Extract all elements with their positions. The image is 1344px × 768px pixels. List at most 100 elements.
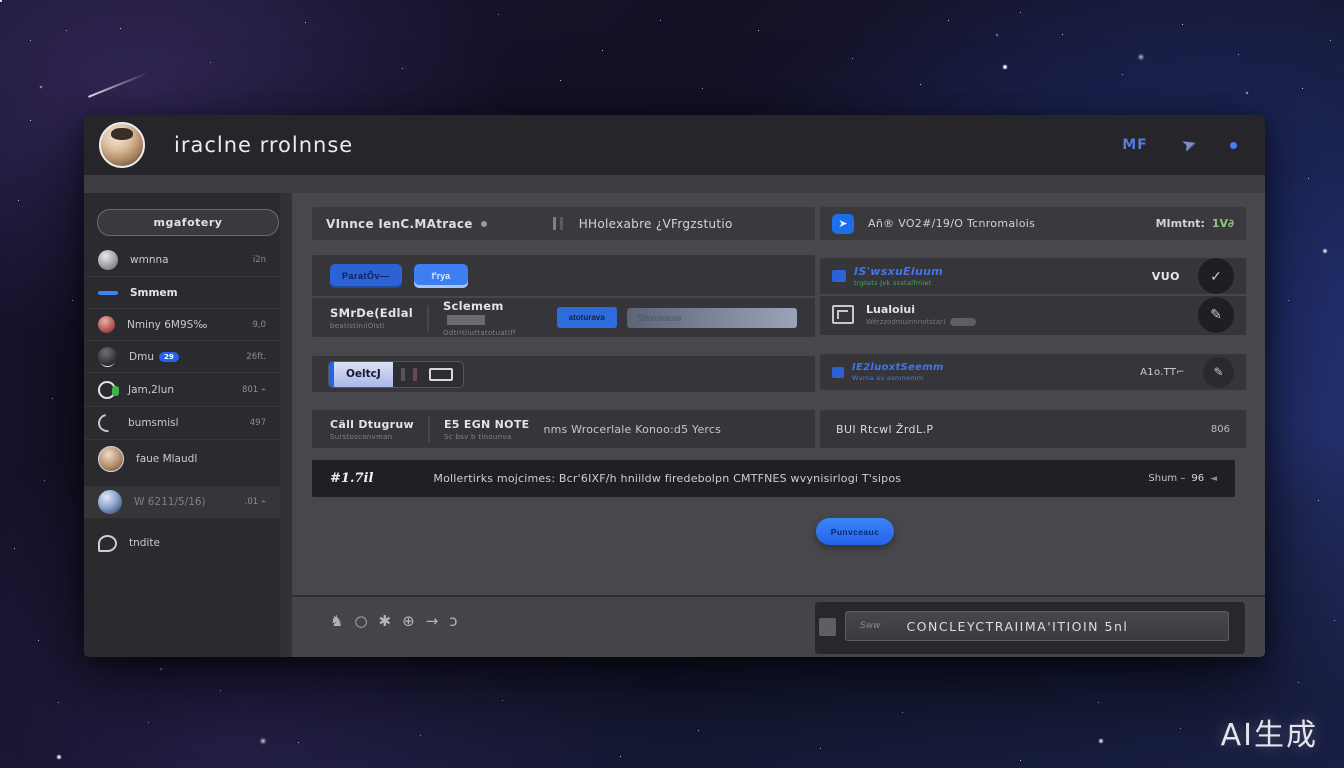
send-icon[interactable]: ➤ bbox=[1179, 133, 1199, 156]
starfield-bright bbox=[0, 0, 2, 2]
logo-text: IE2luoxtSeemm bbox=[852, 362, 944, 373]
row-title: Lualoiui bbox=[866, 303, 976, 316]
sidebar-item-selected[interactable]: W 6211/5/16) .01 ⌁ bbox=[84, 486, 280, 518]
sidebar-list: wmnna i2n Smmem Nminy 6M9S‰ 9,0 Dmu 29 2 bbox=[84, 243, 280, 562]
pin-icon[interactable]: ➤ bbox=[832, 214, 854, 234]
knight-icon[interactable]: ♞ bbox=[330, 614, 343, 629]
app-window: iraclne rrolnnse MF ➤ mgafotery wmnna i2… bbox=[84, 115, 1265, 657]
logo-block-icon bbox=[832, 367, 844, 378]
stat-title: BUI Rtcwl ŽrdL.P bbox=[836, 423, 933, 436]
info-subtitle: Sc bsv b tinounva bbox=[444, 433, 529, 441]
sidebar-item-label: W 6211/5/16) bbox=[134, 496, 206, 508]
sidebar-item-label: wmnna bbox=[130, 254, 169, 266]
button-row: ParatÔv— f'rya bbox=[312, 255, 815, 298]
sidebar-item[interactable]: bumsmisl 497 bbox=[84, 407, 280, 440]
integration-card-2[interactable]: IE2luoxtSeemm Wvma av asmnemm A1o.TT⌐ ✎ bbox=[820, 354, 1246, 390]
action-button[interactable]: atoturava bbox=[557, 307, 617, 328]
row-subtitle: Wérzzodmuinnnotstar) bbox=[866, 318, 976, 326]
field-group: Sclemem Odtritiiuttatotuatiff bbox=[443, 299, 541, 337]
strip-text: Mollertirks mojcimes: Bcr'6IXF/h hniildw… bbox=[433, 472, 901, 485]
input-prefix: Sww bbox=[860, 621, 880, 631]
vertical-divider bbox=[427, 305, 429, 331]
window-header: iraclne rrolnnse MF ➤ bbox=[84, 115, 1265, 175]
sidebar-divider bbox=[280, 193, 292, 657]
command-panel: Sww CONCLEYCTRAIIMA'ITIOIN 5nl bbox=[815, 602, 1245, 654]
bracket-icon[interactable]: ɔ bbox=[449, 614, 457, 629]
logo-text: IS'wsxuEiuum bbox=[854, 265, 943, 278]
sidebar-item-invite[interactable]: tndite bbox=[84, 524, 280, 562]
header-actions: MF ➤ bbox=[1122, 115, 1237, 175]
mf-button[interactable]: MF bbox=[1122, 137, 1148, 153]
gray-avatar-icon bbox=[98, 250, 118, 270]
field-title: SMrDe(Edlal bbox=[330, 306, 413, 320]
info-subtitle: Surstosconvman bbox=[330, 433, 414, 441]
sidebar-item-value: 801 ⌁ bbox=[242, 385, 266, 395]
blue-dash-icon bbox=[98, 291, 118, 295]
target-icon[interactable]: ⊕ bbox=[402, 614, 415, 629]
sidebar-item[interactable]: Jam,2lun 801 ⌁ bbox=[84, 373, 280, 407]
flag-icon: ◄ bbox=[1210, 474, 1217, 484]
check-button[interactable]: ✓ bbox=[1198, 258, 1234, 294]
sidebar-item[interactable]: Smmem bbox=[84, 277, 280, 309]
desktop-background: iraclne rrolnnse MF ➤ mgafotery wmnna i2… bbox=[0, 0, 1344, 768]
info-title: Cäll Dtugruw bbox=[330, 418, 414, 431]
sidebar-search-button[interactable]: mgafotery bbox=[97, 209, 279, 236]
main-topbar-left: VInnce IenC.MAtrace HHolexabre ¿VFrgzstu… bbox=[312, 207, 815, 240]
sidebar-item[interactable]: Nminy 6M9S‰ 9,0 bbox=[84, 309, 280, 341]
info-col: Cäll Dtugruw Surstosconvman bbox=[330, 418, 414, 441]
status-strip: #1.7il Mollertirks mojcimes: Bcr'6IXF/h … bbox=[312, 460, 1235, 497]
sidebar-item-label: bumsmisl bbox=[128, 417, 179, 429]
text-input[interactable] bbox=[627, 308, 797, 328]
sidebar-item-label: tndite bbox=[129, 537, 160, 549]
sidebar-item[interactable]: Dmu 29 26ft. bbox=[84, 341, 280, 373]
sidebar: mgafotery wmnna i2n Smmem Nminy 6M9S‰ 9,… bbox=[84, 193, 280, 657]
command-input[interactable]: Sww CONCLEYCTRAIIMA'ITIOIN 5nl bbox=[845, 611, 1229, 641]
stat-value: 806 bbox=[1211, 424, 1230, 435]
topbar-link[interactable]: HHolexabre ¿VFrgzstutio bbox=[579, 217, 733, 231]
scribble-button[interactable]: ✎ bbox=[1198, 297, 1234, 333]
asterisk-icon[interactable]: ✱ bbox=[379, 614, 392, 629]
segment-selected[interactable]: OeltcJ bbox=[329, 362, 393, 387]
arrow-icon[interactable]: → bbox=[426, 614, 439, 629]
sidebar-item-value: 497 bbox=[250, 418, 266, 428]
ring-avatar-online-icon bbox=[98, 381, 116, 399]
user-avatar[interactable] bbox=[99, 122, 145, 168]
integration-row[interactable]: Lualoiui Wérzzodmuinnnotstar) ✎ bbox=[820, 296, 1246, 333]
segmented-control[interactable]: OeltcJ bbox=[328, 361, 464, 388]
row-text-stack: Lualoiui Wérzzodmuinnnotstar) bbox=[854, 303, 976, 326]
window-frame-icon bbox=[832, 305, 854, 324]
info-text: nms Wrocerlale Konoo:d5 Yercs bbox=[543, 423, 721, 436]
segment-card: OeltcJ bbox=[312, 356, 815, 392]
toolbar-icons: ♞ ○ ✱ ⊕ → ɔ bbox=[330, 614, 458, 629]
red-avatar-icon bbox=[98, 316, 115, 333]
secondary-option-button[interactable]: f'rya bbox=[414, 264, 469, 288]
sidebar-item-label: faue Mlaudl bbox=[136, 453, 197, 465]
metric-value: 1V∂ bbox=[1212, 217, 1234, 230]
pinned-title: Añ® VO2#/19/O Tcnromalois bbox=[868, 217, 1035, 230]
submit-button[interactable]: Punvceauc bbox=[816, 518, 894, 545]
sidebar-item[interactable]: faue Mlaudl bbox=[84, 440, 280, 478]
status-dot bbox=[481, 221, 487, 227]
segment-bar[interactable] bbox=[401, 368, 405, 381]
strip-prefix: #1.7il bbox=[330, 471, 373, 486]
sidebar-item[interactable]: wmnna i2n bbox=[84, 243, 280, 277]
integration-row[interactable]: IS'wsxuEiuum trgtets Jvk ssstalfmiet VUO… bbox=[820, 258, 1246, 296]
segment-bar[interactable] bbox=[413, 368, 417, 381]
panel-handle[interactable] bbox=[819, 618, 836, 636]
sidebar-item-label: Jam,2lun bbox=[128, 384, 174, 396]
sidebar-item-value: .01 ⌁ bbox=[245, 497, 266, 507]
primary-option-button[interactable]: ParatÔv— bbox=[330, 264, 402, 288]
pencil-button[interactable]: ✎ bbox=[1203, 357, 1234, 388]
gray-pill bbox=[950, 318, 976, 326]
logo-stack: IE2luoxtSeemm Wvma av asmnemm bbox=[852, 362, 944, 382]
blue-avatar-icon bbox=[98, 490, 122, 514]
stat-card[interactable]: BUI Rtcwl ŽrdL.P 806 bbox=[820, 410, 1246, 448]
field-title: Sclemem bbox=[443, 299, 541, 327]
circle-icon[interactable]: ○ bbox=[354, 614, 367, 629]
fields-row: SMrDe(Edlal beatistiniiOisti Sclemem Odt… bbox=[312, 298, 815, 337]
sidebar-item-value: 26ft. bbox=[246, 352, 266, 362]
logo-subtext: Wvma av asmnemm bbox=[852, 374, 944, 382]
divider-bars bbox=[553, 217, 563, 230]
shooting-star bbox=[88, 72, 148, 98]
logo-block-icon bbox=[832, 270, 846, 282]
